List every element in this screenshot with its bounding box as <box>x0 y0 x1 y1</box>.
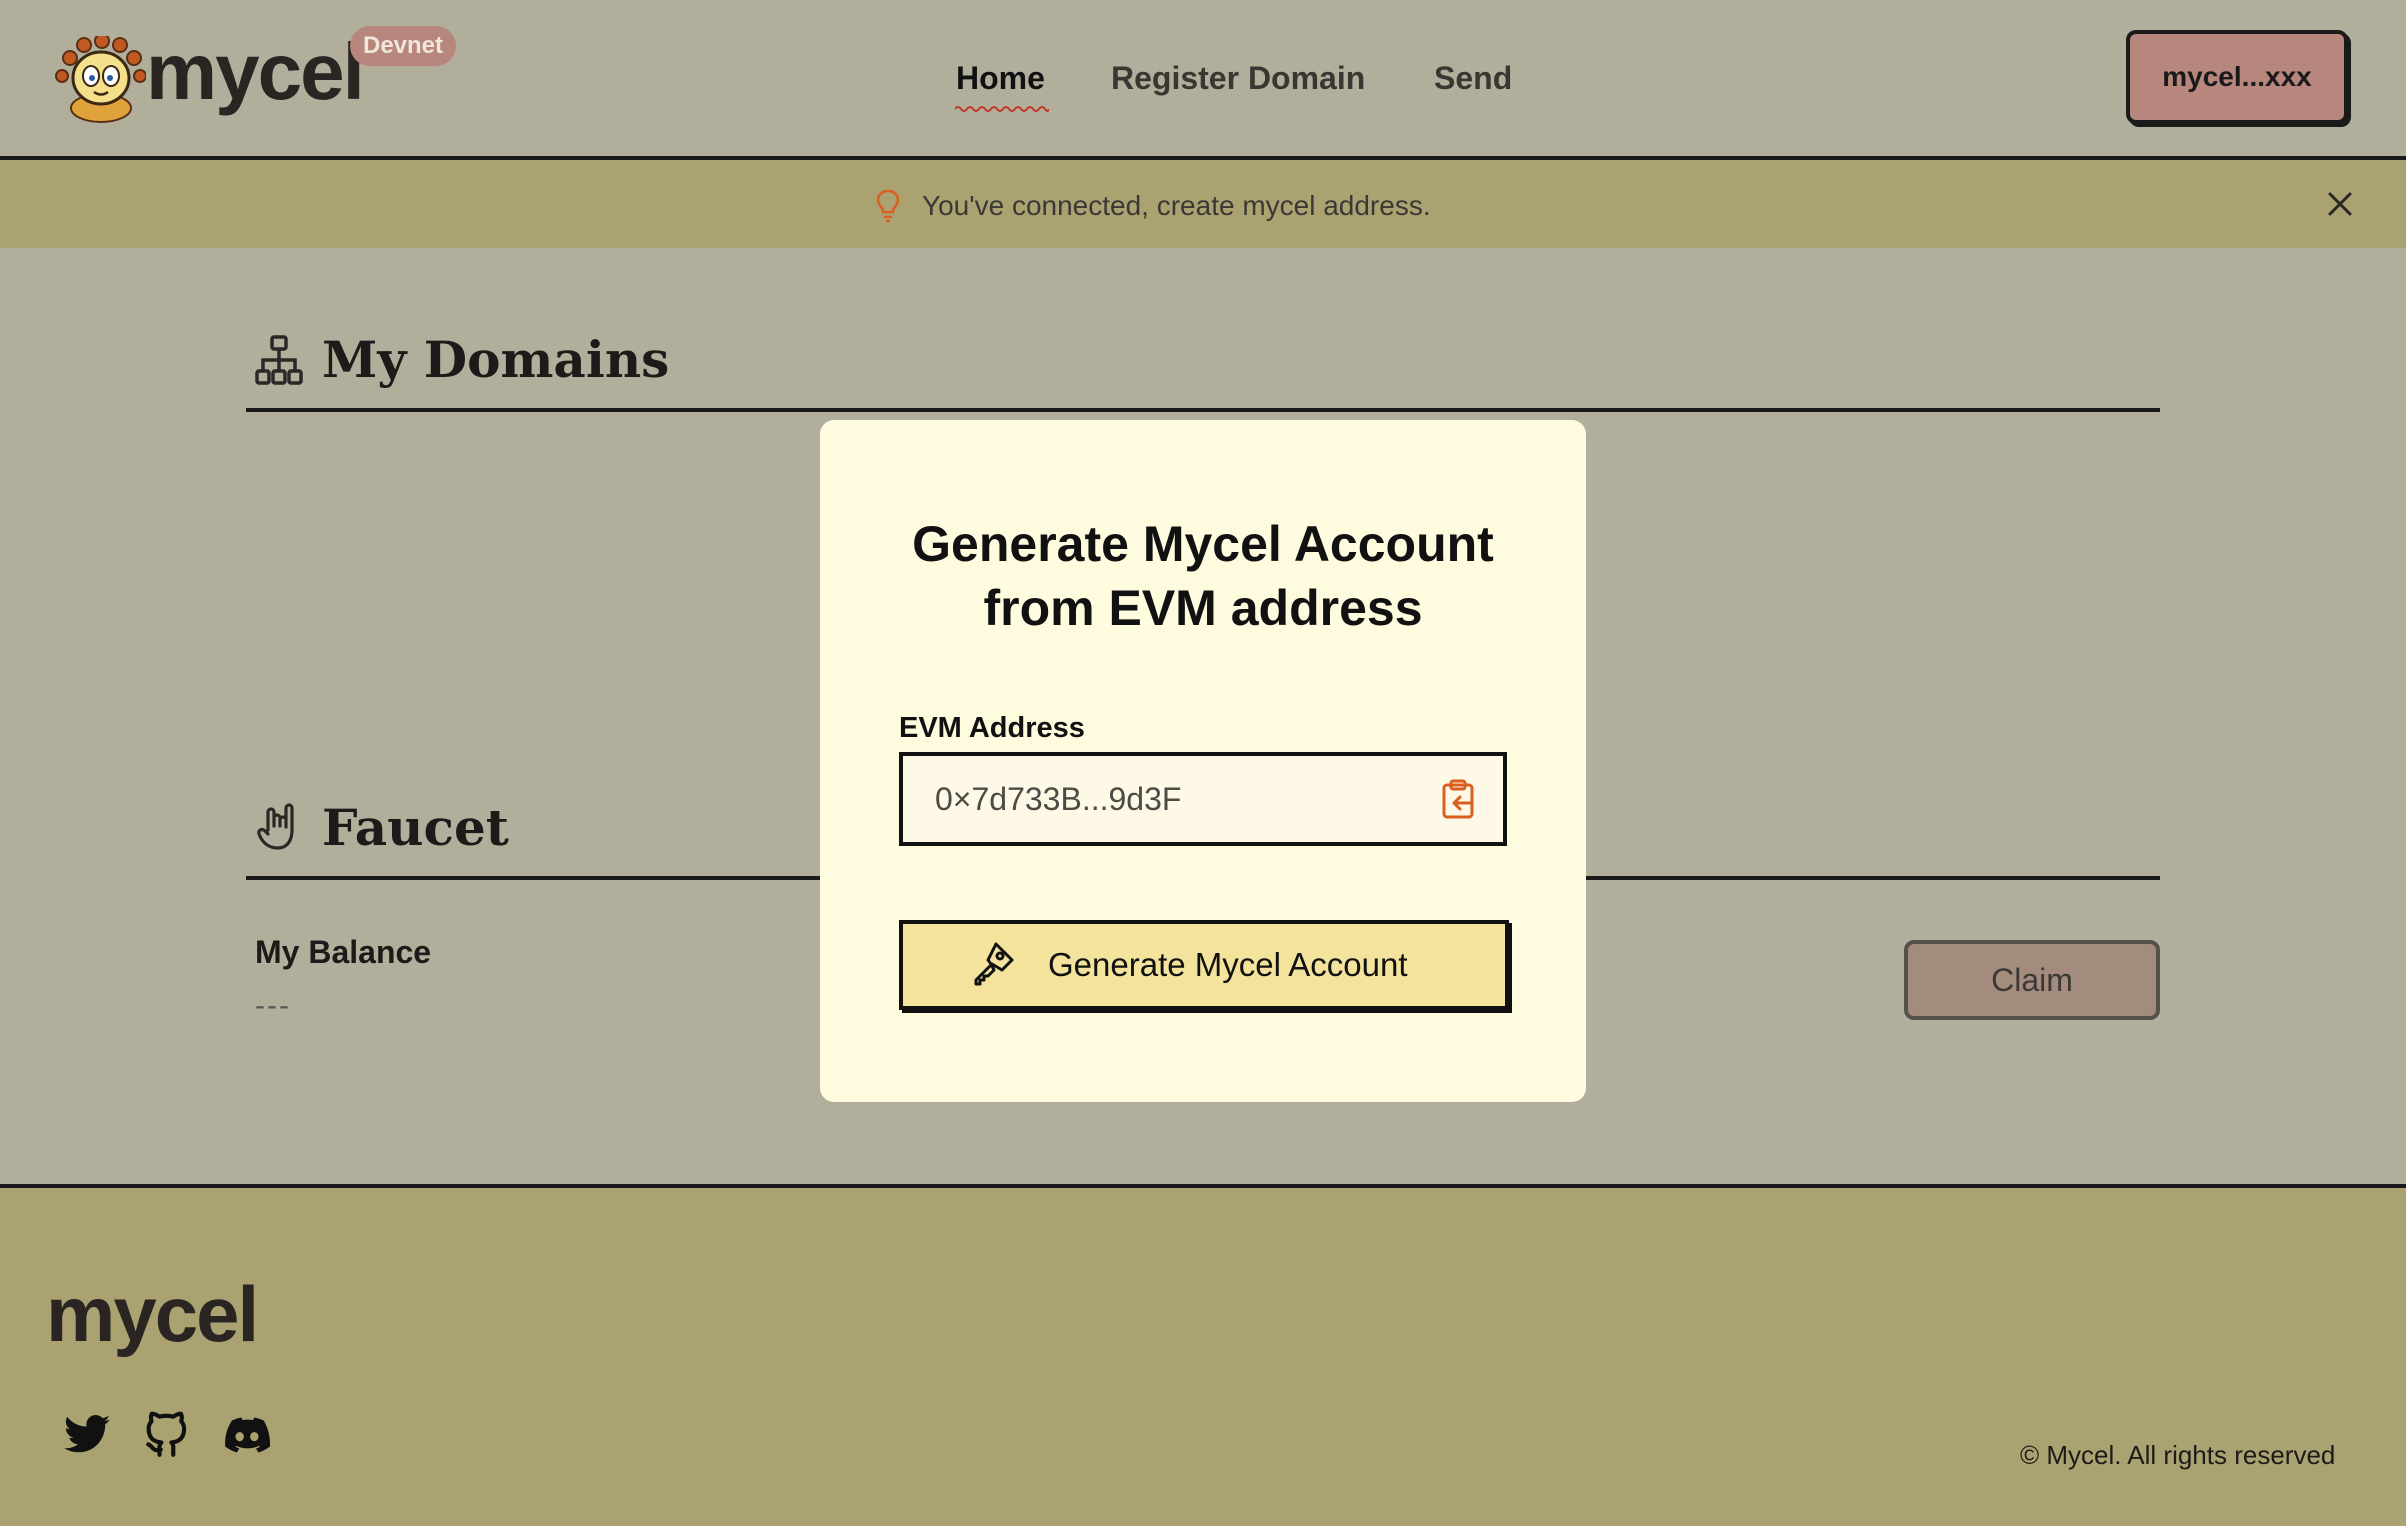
nav-active-underline <box>955 106 1049 112</box>
lightbulb-icon <box>876 189 900 223</box>
domains-divider <box>246 408 2160 412</box>
logo-wordmark[interactable]: mycel <box>146 22 365 122</box>
modal-title-line1: Generate Mycel Account <box>912 516 1494 572</box>
faucet-heading: Faucet <box>322 798 509 857</box>
key-icon <box>974 942 1014 986</box>
modal-title-line2: from EVM address <box>983 580 1423 636</box>
twitter-icon[interactable] <box>62 1410 112 1460</box>
evm-address-input[interactable] <box>935 774 1415 824</box>
mycel-mascot-logo[interactable] <box>54 36 146 124</box>
page-footer <box>0 1184 2406 1526</box>
modal-title: Generate Mycel Account from EVM address <box>820 512 1586 640</box>
github-icon[interactable] <box>142 1410 192 1460</box>
banner-message: You've connected, create mycel address. <box>922 190 1431 221</box>
hand-icon <box>257 803 294 850</box>
generate-button-label[interactable]: Generate Mycel Account <box>1048 942 1408 988</box>
evm-address-label: EVM Address <box>899 712 1085 744</box>
footer-logo[interactable]: mycel <box>46 1264 259 1364</box>
nav-register-domain[interactable]: Register Domain <box>1111 56 1365 100</box>
wallet-account-button[interactable]: mycel...xxx <box>2126 30 2348 124</box>
close-icon[interactable] <box>2324 188 2356 220</box>
claim-button[interactable]: Claim <box>1904 940 2160 1020</box>
nav-send[interactable]: Send <box>1434 56 1512 100</box>
balance-value: --- <box>255 989 291 1022</box>
my-domains-heading: My Domains <box>322 330 670 389</box>
network-badge: Devnet <box>350 26 456 66</box>
nav-home[interactable]: Home <box>956 56 1045 100</box>
sitemap-icon <box>255 335 303 385</box>
evm-address-field[interactable] <box>899 752 1507 846</box>
clipboard-paste-icon[interactable] <box>1440 778 1478 820</box>
balance-label: My Balance <box>255 934 432 970</box>
discord-icon[interactable] <box>222 1410 272 1460</box>
copyright-text: © Mycel. All rights reserved <box>2020 1440 2336 1470</box>
